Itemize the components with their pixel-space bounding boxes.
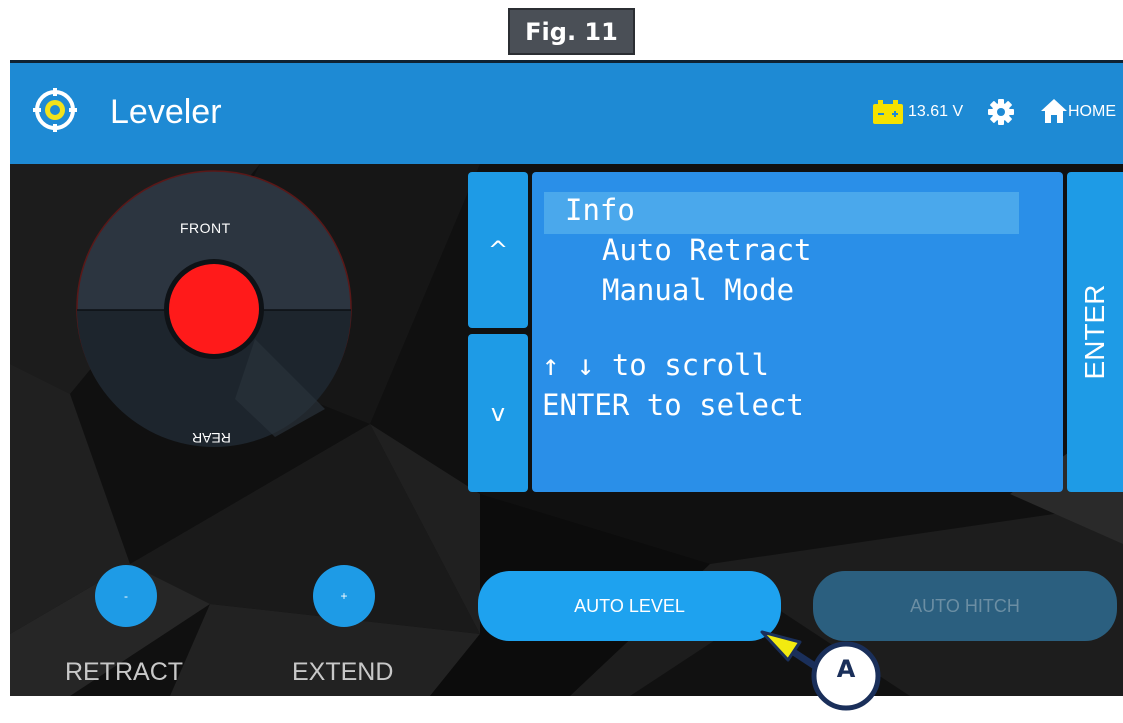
level-indicator-dot xyxy=(169,264,259,354)
leveler-target-icon xyxy=(33,88,77,132)
auto-hitch-button[interactable]: AUTO HITCH xyxy=(813,571,1117,641)
menu-display: Info Auto Retract Manual Mode ↑ ↓ to scr… xyxy=(532,172,1063,492)
figure-label: Fig. 11 xyxy=(508,8,635,55)
auto-level-button[interactable]: AUTO LEVEL xyxy=(478,571,781,641)
app-title: Leveler xyxy=(110,93,222,131)
leveler-screen: Leveler 13.61 V HOME FRONT REAR ^ v Info… xyxy=(10,60,1123,696)
retract-button[interactable]: - xyxy=(95,565,157,627)
tilt-compass xyxy=(76,170,352,447)
extend-label: EXTEND xyxy=(292,658,394,686)
extend-button[interactable]: + xyxy=(313,565,375,627)
enter-button[interactable]: ENTER xyxy=(1067,172,1123,492)
menu-item-info[interactable]: Info xyxy=(565,193,635,227)
enter-button-label: ENTER xyxy=(1079,284,1110,380)
home-icon[interactable] xyxy=(1040,98,1068,124)
menu-item-manual-mode[interactable]: Manual Mode xyxy=(602,273,794,307)
select-hint: ENTER to select xyxy=(542,388,804,422)
gear-icon[interactable] xyxy=(987,98,1015,126)
callout-letter: A xyxy=(836,655,856,683)
front-label: FRONT xyxy=(180,220,231,236)
scroll-down-button[interactable]: v xyxy=(468,334,528,492)
scroll-up-button[interactable]: ^ xyxy=(468,172,528,328)
retract-label: RETRACT xyxy=(65,658,184,686)
rear-label: REAR xyxy=(192,430,231,446)
home-button-label[interactable]: HOME xyxy=(1068,103,1116,121)
scroll-hint: ↑ ↓ to scroll xyxy=(542,348,769,382)
battery-icon xyxy=(873,100,903,124)
battery-voltage: 13.61 V xyxy=(908,103,964,120)
menu-item-auto-retract[interactable]: Auto Retract xyxy=(602,233,812,267)
header-bar: Leveler 13.61 V HOME xyxy=(10,60,1123,164)
